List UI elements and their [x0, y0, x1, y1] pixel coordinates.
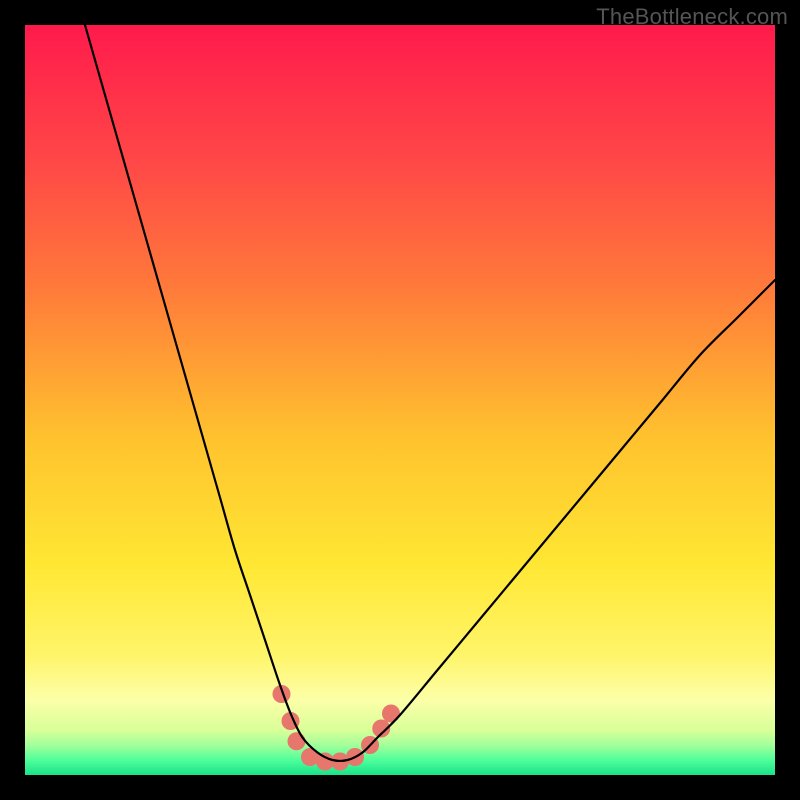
chart-plot — [25, 25, 775, 775]
marker-group — [273, 685, 401, 771]
marker-dot — [382, 705, 400, 723]
bottleneck-curve — [85, 25, 775, 761]
watermark-text: TheBottleneck.com — [596, 4, 788, 30]
marker-dot — [288, 732, 306, 750]
chart-frame — [25, 25, 775, 775]
